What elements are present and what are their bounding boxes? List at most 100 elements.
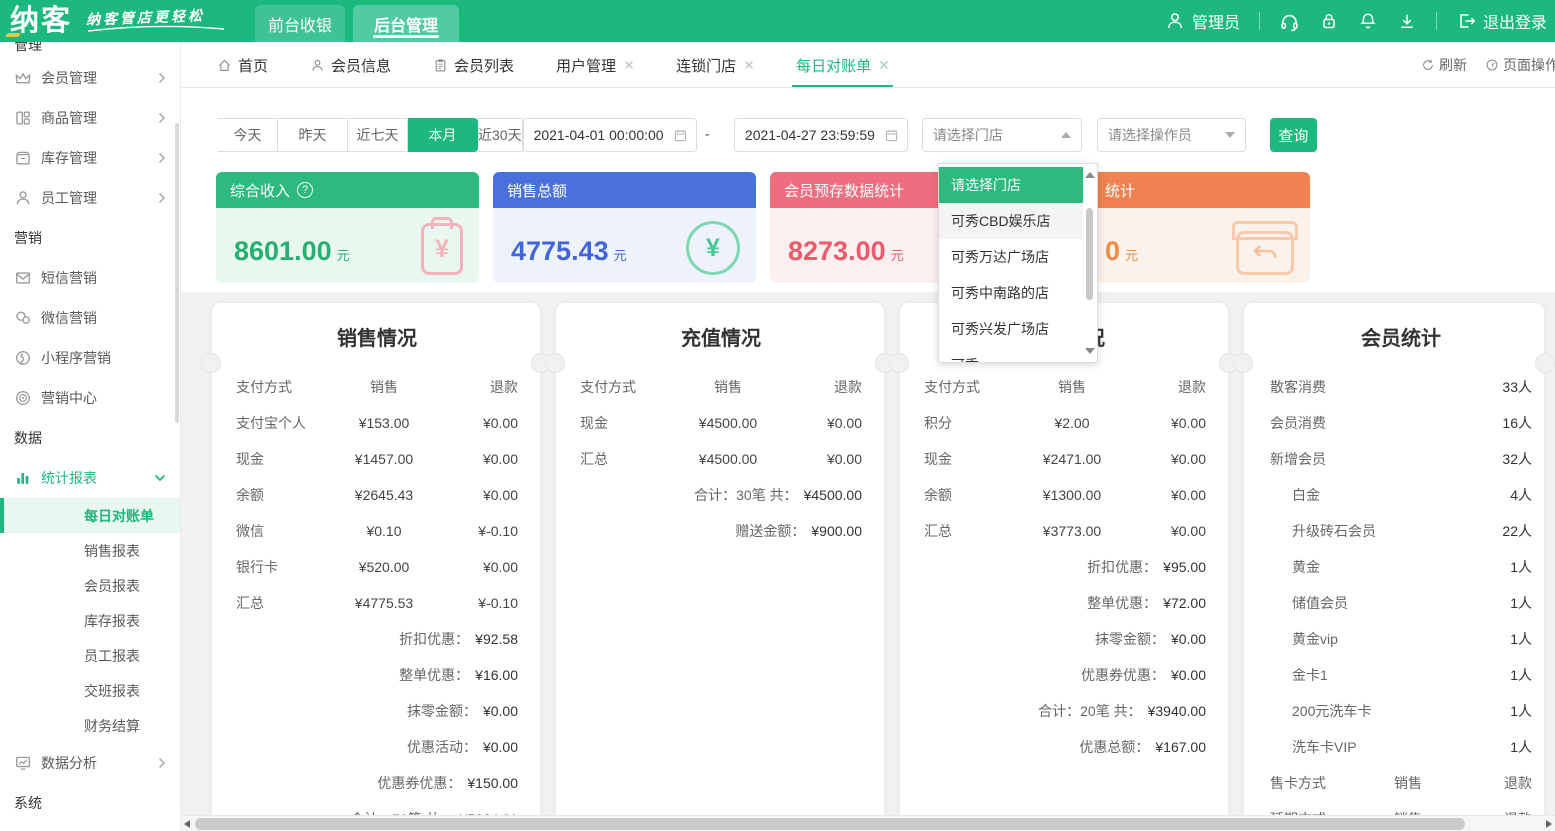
person-icon: [310, 58, 325, 73]
row-label: 积分: [924, 413, 1024, 433]
scroll-left-arrow[interactable]: [184, 820, 190, 828]
sidebar-subitem[interactable]: 员工报表: [0, 638, 180, 673]
help-icon[interactable]: ?: [297, 182, 313, 198]
summary-value: ¥0.00: [1171, 667, 1206, 683]
sidebar-scrollbar[interactable]: [175, 123, 179, 423]
summary-value: ¥92.58: [475, 631, 518, 647]
scrollbar-thumb[interactable]: [1086, 208, 1093, 300]
row-sales-value: ¥2471.00: [1024, 451, 1120, 467]
page-operations-button[interactable]: 页面操作: [1485, 55, 1555, 75]
stat-row: 黄金 1人: [1270, 549, 1532, 585]
store-option[interactable]: 可秀兴发广场店: [939, 311, 1085, 347]
row-sales-value: ¥4500.00: [680, 451, 776, 467]
sidebar-subitem[interactable]: 会员报表: [0, 568, 180, 603]
quick-range-button[interactable]: 近30天: [478, 118, 523, 152]
sidebar-item-stock-mgmt[interactable]: 库存管理: [0, 138, 180, 178]
close-icon[interactable]: [744, 60, 754, 70]
sidebar-item-label: 会员管理: [41, 68, 97, 88]
sidebar-subitem[interactable]: 销售报表: [0, 533, 180, 568]
stat-label: 新增会员: [1270, 449, 1502, 469]
query-button[interactable]: 查询: [1270, 118, 1317, 152]
summary-value: ¥3940.00: [1148, 703, 1206, 719]
quick-range-button[interactable]: 近七天: [348, 118, 408, 152]
sidebar-item-wechat-marketing[interactable]: 微信营销: [0, 298, 180, 338]
start-datetime-input[interactable]: 2021-04-01 00:00:00: [523, 118, 697, 152]
row-sales-value: ¥153.00: [336, 415, 432, 431]
dropdown-scrollbar[interactable]: [1083, 164, 1097, 362]
tab-label: 用户管理: [556, 55, 616, 76]
horizontal-scrollbar[interactable]: [181, 815, 1555, 831]
sidebar-subitem[interactable]: 财务结算: [0, 708, 180, 743]
headset-icon[interactable]: [1279, 11, 1300, 32]
sidebar-item-member-mgmt[interactable]: 会员管理: [0, 58, 180, 98]
recharge-rows: 现金 ¥4500.00 ¥0.00 汇总 ¥4500.00 ¥0.00: [580, 405, 862, 477]
filter-row: 今天 昨天 近七天 本月 近30天 2021-04-01 00:00:00 - …: [218, 118, 1317, 152]
tab-user-mgmt[interactable]: 用户管理: [556, 42, 634, 88]
tab-member-info[interactable]: 会员信息: [310, 42, 391, 88]
table-row: 银行卡 ¥520.00 ¥0.00: [236, 549, 518, 585]
logout-button[interactable]: 退出登录: [1456, 9, 1547, 33]
chevron-down-icon: [154, 474, 166, 482]
backend-manage-button[interactable]: 后台管理: [353, 5, 459, 42]
stat-row: 储值会员 1人: [1270, 585, 1532, 621]
scroll-up-arrow[interactable]: [1085, 172, 1095, 178]
store-select[interactable]: 请选择门店: [922, 118, 1082, 152]
row-refund-value: ¥0.00: [432, 487, 518, 503]
sidebar-subitem[interactable]: 每日对账单: [0, 498, 180, 533]
scroll-right-arrow[interactable]: [1546, 820, 1552, 828]
sidebar-item-staff-mgmt[interactable]: 员工管理: [0, 178, 180, 218]
end-datetime-input[interactable]: 2021-04-27 23:59:59: [734, 118, 908, 152]
tab-daily-statement[interactable]: 每日对账单: [796, 42, 889, 88]
store-option[interactable]: 可秀万达广场店: [939, 239, 1085, 275]
store-option[interactable]: 请选择门店: [939, 167, 1085, 203]
sidebar-item-report-stats[interactable]: 统计报表: [0, 458, 180, 498]
table-row: 现金 ¥2471.00 ¥0.00: [924, 441, 1206, 477]
panel-title: 会员统计: [1270, 303, 1532, 369]
quick-range-button[interactable]: 昨天: [278, 118, 348, 152]
store-option[interactable]: 可秀: [939, 347, 1085, 363]
sidebar-item-sms-marketing[interactable]: 短信营销: [0, 258, 180, 298]
sidebar-item-label: 统计报表: [41, 468, 97, 488]
sidebar-subitem-label: 会员报表: [84, 576, 140, 596]
scroll-down-arrow[interactable]: [1085, 348, 1095, 354]
quick-range-button[interactable]: 本月: [408, 118, 478, 152]
operator-select[interactable]: 请选择操作员: [1097, 118, 1246, 152]
sidebar-item-data-analysis[interactable]: 数据分析: [0, 743, 180, 783]
sidebar-item-marketing-center[interactable]: 营销中心: [0, 378, 180, 418]
front-cashier-button[interactable]: 前台收银: [255, 5, 345, 42]
stat-value: 16人: [1502, 413, 1532, 433]
table-header: 支付方式 销售 退款: [236, 369, 518, 405]
stat-row: 新增会员 32人: [1270, 441, 1532, 477]
ticket-notch: [1233, 353, 1253, 373]
stat-value: 4人: [1510, 485, 1532, 505]
download-icon[interactable]: [1397, 11, 1417, 31]
consume-summary: 折扣优惠： ¥95.00 整单优惠： ¥72.00 抹零金额： ¥0.00: [924, 549, 1206, 765]
tab-home[interactable]: 首页: [217, 42, 268, 88]
close-icon[interactable]: [624, 60, 634, 70]
store-dropdown-panel: 请选择门店 可秀CBD娱乐店 可秀万达广场店 可秀中南路的店 可秀兴发广场店 可…: [938, 163, 1098, 363]
sidebar-item-miniapp-marketing[interactable]: 小程序营销: [0, 338, 180, 378]
row-sales-value: ¥1300.00: [1024, 487, 1120, 503]
current-user[interactable]: 管理员: [1165, 9, 1240, 33]
tab-label: 每日对账单: [796, 55, 871, 76]
sidebar-item-goods-mgmt[interactable]: 商品管理: [0, 98, 180, 138]
scrollbar-thumb[interactable]: [195, 818, 1465, 830]
card-value: 0: [1105, 236, 1120, 267]
store-option[interactable]: 可秀中南路的店: [939, 275, 1085, 311]
chevron-up-icon: [1061, 132, 1071, 138]
summary-row: 赠送金额： ¥900.00: [580, 513, 862, 549]
tab-chain-stores[interactable]: 连锁门店: [676, 42, 754, 88]
lock-icon[interactable]: [1319, 11, 1339, 31]
quick-range-button[interactable]: 今天: [218, 118, 278, 152]
sidebar-subitem[interactable]: 交班报表: [0, 673, 180, 708]
chevron-down-icon: [1225, 132, 1235, 138]
stat-row: 升级砖石会员 22人: [1270, 513, 1532, 549]
mini-program-icon: [14, 349, 32, 367]
refresh-button[interactable]: 刷新: [1421, 55, 1467, 75]
close-icon[interactable]: [879, 60, 889, 70]
sidebar-subitem[interactable]: 库存报表: [0, 603, 180, 638]
bell-icon[interactable]: [1358, 11, 1378, 31]
tab-member-list[interactable]: 会员列表: [433, 42, 514, 88]
store-option[interactable]: 可秀CBD娱乐店: [939, 203, 1085, 239]
table-row: 汇总 ¥3773.00 ¥0.00: [924, 513, 1206, 549]
